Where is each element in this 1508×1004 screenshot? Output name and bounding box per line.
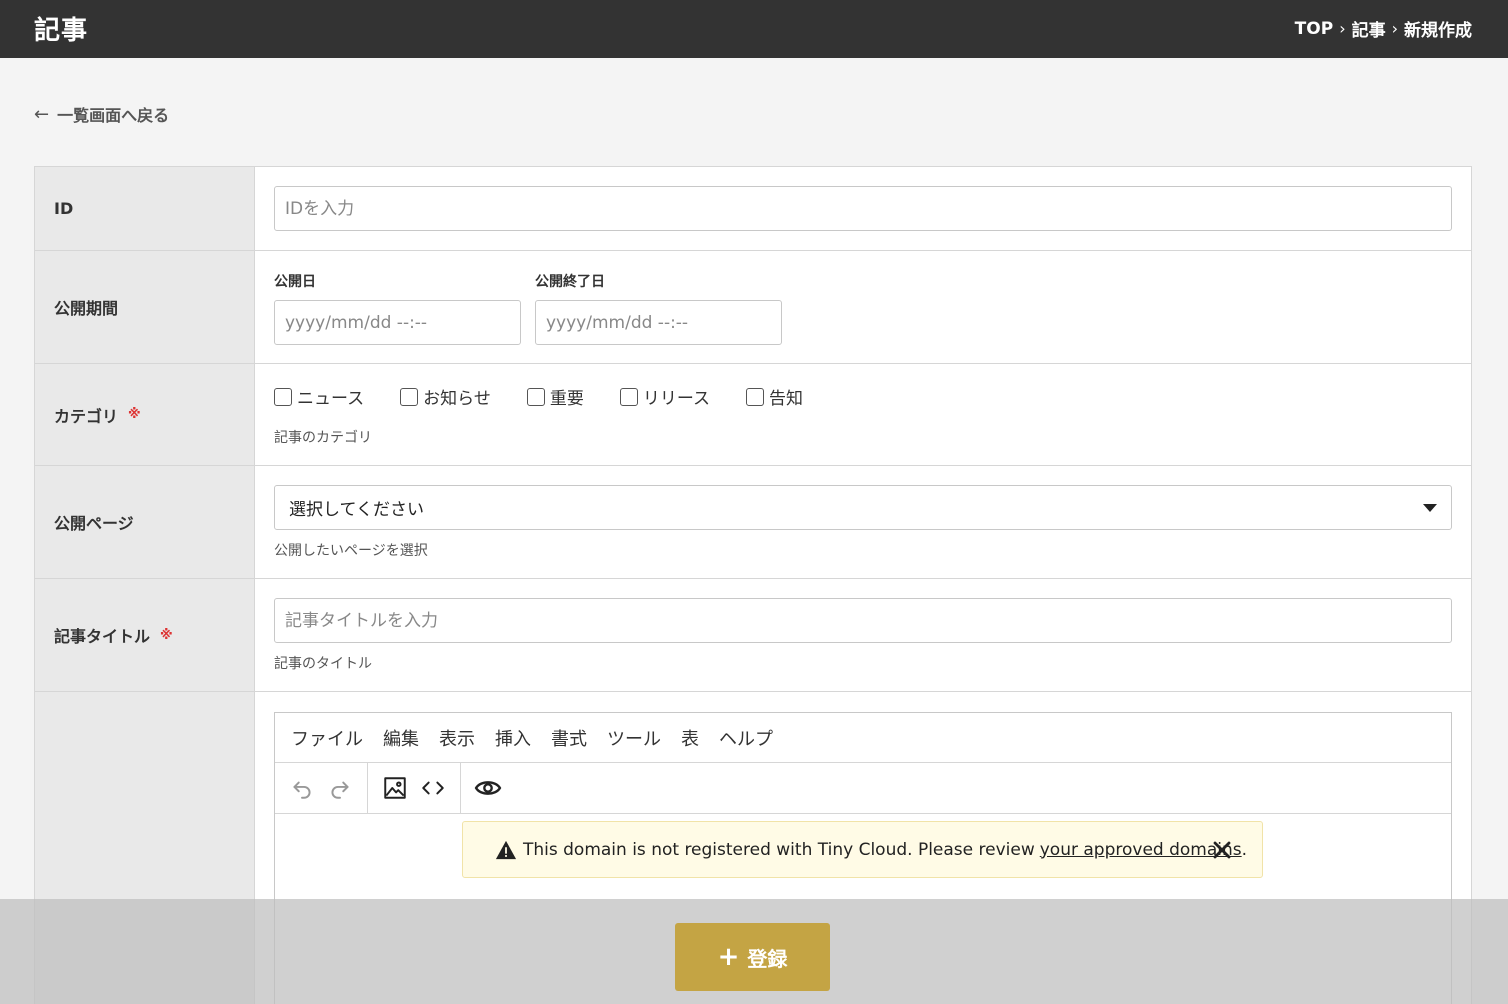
menu-help[interactable]: ヘルプ bbox=[719, 725, 773, 751]
notice-text: This domain is not registered with Tiny … bbox=[523, 839, 1035, 860]
redo-button[interactable] bbox=[321, 769, 359, 807]
title-input[interactable] bbox=[274, 598, 1452, 643]
breadcrumb: TOP › 記事 › 新規作成 bbox=[1295, 16, 1472, 42]
breadcrumb-articles[interactable]: 記事 bbox=[1352, 16, 1386, 41]
menu-tools[interactable]: ツール bbox=[607, 725, 661, 751]
checkbox-icon[interactable] bbox=[526, 387, 545, 406]
page-select-value: 選択してください bbox=[289, 500, 424, 520]
required-mark: ※ bbox=[128, 407, 141, 422]
form-row-title: 記事タイトル ※ 記事のタイトル bbox=[35, 579, 1471, 692]
id-input[interactable] bbox=[274, 186, 1452, 231]
breadcrumb-separator: › bbox=[1391, 19, 1398, 38]
category-checkbox-news[interactable]: ニュース bbox=[274, 384, 364, 409]
end-date-input[interactable] bbox=[535, 300, 782, 345]
image-icon bbox=[384, 777, 406, 799]
category-checkbox-notice[interactable]: お知らせ bbox=[400, 384, 491, 409]
menu-insert[interactable]: 挿入 bbox=[495, 725, 531, 751]
category-checkbox-announcement[interactable]: 告知 bbox=[745, 384, 803, 409]
start-date-label: 公開日 bbox=[274, 274, 316, 290]
category-option-label: 重要 bbox=[549, 389, 584, 409]
category-help: 記事のカテゴリ bbox=[274, 430, 372, 446]
category-label-text: カテゴリ bbox=[54, 406, 119, 426]
form-row-category: カテゴリ ※ ニュース お知らせ 重要 リリース 告知 記事のカテゴリ bbox=[35, 364, 1471, 466]
form-row-period: 公開期間 公開日 公開終了日 bbox=[35, 251, 1471, 364]
editor-menubar: ファイル 編集 表示 挿入 書式 ツール 表 ヘルプ bbox=[275, 713, 1451, 763]
register-button-label: 登録 bbox=[747, 946, 788, 971]
article-form: ID 公開期間 公開日 公開終了日 カテゴリ ※ bbox=[34, 166, 1472, 1004]
menu-view[interactable]: 表示 bbox=[439, 725, 475, 751]
category-option-label: 告知 bbox=[768, 389, 803, 409]
end-date-label: 公開終了日 bbox=[535, 274, 605, 290]
page-help: 公開したいページを選択 bbox=[274, 543, 428, 559]
menu-format[interactable]: 書式 bbox=[551, 725, 587, 751]
category-checkbox-release[interactable]: リリース bbox=[619, 384, 710, 409]
category-checkbox-important[interactable]: 重要 bbox=[526, 384, 584, 409]
app-header: 記事 TOP › 記事 › 新規作成 bbox=[0, 0, 1508, 58]
breadcrumb-separator: › bbox=[1339, 19, 1346, 38]
preview-button[interactable] bbox=[469, 769, 507, 807]
category-option-label: リリース bbox=[642, 389, 710, 409]
notice-suffix: . bbox=[1241, 839, 1248, 860]
plus-icon: + bbox=[717, 942, 740, 972]
source-code-button[interactable] bbox=[414, 769, 452, 807]
register-button[interactable]: + 登録 bbox=[675, 923, 830, 991]
checkbox-icon[interactable] bbox=[745, 387, 764, 406]
editor-toolbar bbox=[275, 763, 1451, 814]
arrow-left-icon: ← bbox=[34, 103, 50, 125]
checkbox-icon[interactable] bbox=[619, 387, 638, 406]
page-title: 記事 bbox=[34, 16, 89, 46]
period-label: 公開期間 bbox=[35, 251, 255, 363]
checkbox-icon[interactable] bbox=[274, 387, 292, 406]
back-link-label: 一覧画面へ戻る bbox=[57, 106, 170, 125]
form-row-id: ID bbox=[35, 167, 1471, 251]
menu-table[interactable]: 表 bbox=[681, 725, 699, 751]
domain-warning-notice: This domain is not registered with Tiny … bbox=[462, 821, 1263, 878]
insert-image-button[interactable] bbox=[376, 769, 414, 807]
start-date-input[interactable] bbox=[274, 300, 521, 345]
menu-file[interactable]: ファイル bbox=[291, 725, 363, 751]
page-select[interactable]: 選択してください bbox=[274, 485, 1452, 530]
undo-button[interactable] bbox=[283, 769, 321, 807]
warning-icon bbox=[495, 840, 517, 859]
undo-icon bbox=[293, 781, 311, 799]
chevron-down-icon bbox=[1423, 503, 1437, 512]
redo-icon bbox=[331, 781, 349, 799]
checkbox-icon[interactable] bbox=[400, 387, 419, 406]
back-to-list-link[interactable]: ← 一覧画面へ戻る bbox=[34, 102, 169, 126]
page-label: 公開ページ bbox=[35, 466, 255, 578]
breadcrumb-top[interactable]: TOP bbox=[1295, 19, 1334, 39]
category-label: カテゴリ ※ bbox=[35, 364, 255, 465]
category-option-label: お知らせ bbox=[423, 389, 491, 409]
code-icon bbox=[422, 781, 444, 795]
title-label: 記事タイトル ※ bbox=[35, 579, 255, 691]
title-help: 記事のタイトル bbox=[274, 656, 372, 672]
id-label: ID bbox=[35, 167, 255, 250]
preview-icon bbox=[474, 781, 502, 795]
form-row-page: 公開ページ 選択してください 公開したいページを選択 bbox=[35, 466, 1471, 579]
required-mark: ※ bbox=[160, 627, 173, 643]
title-label-text: 記事タイトル bbox=[54, 627, 151, 646]
breadcrumb-current: 新規作成 bbox=[1404, 21, 1472, 41]
menu-edit[interactable]: 編集 bbox=[383, 725, 419, 751]
close-icon[interactable] bbox=[1208, 836, 1236, 864]
category-option-label: ニュース bbox=[297, 389, 365, 409]
